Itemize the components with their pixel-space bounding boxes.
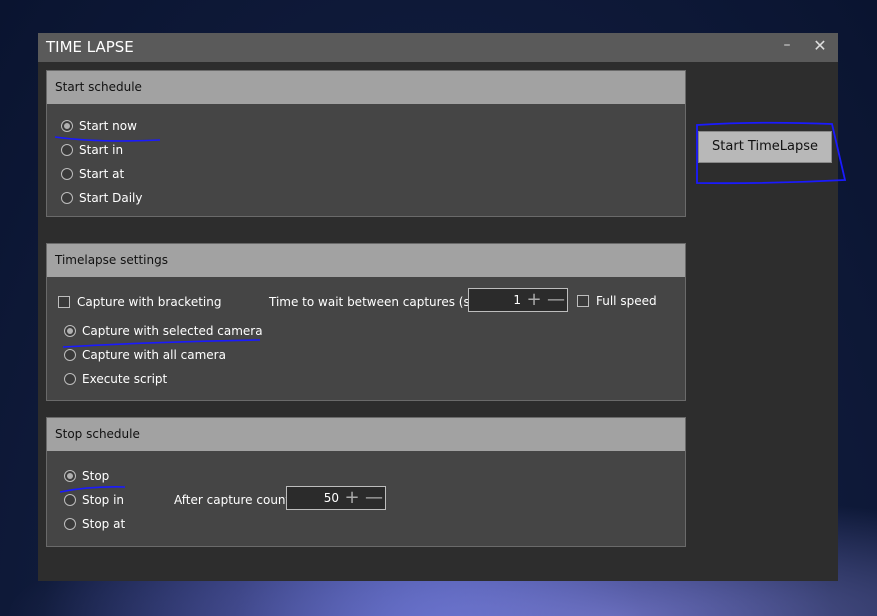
radio-label: Start at <box>79 167 125 181</box>
full-speed-checkbox[interactable]: Full speed <box>577 294 657 308</box>
plus-icon[interactable]: + <box>341 488 363 508</box>
capture-count-label: After capture count <box>174 493 291 507</box>
start-schedule-panel: Start schedule Start now Start in Start … <box>46 70 686 217</box>
radio-start-at[interactable]: Start at <box>61 167 124 181</box>
radio-icon <box>64 518 76 530</box>
radio-icon <box>64 373 76 385</box>
radio-label: Stop <box>82 469 110 483</box>
stop-schedule-header: Stop schedule <box>47 418 685 451</box>
radio-start-now[interactable]: Start now <box>61 119 137 133</box>
radio-stop-in[interactable]: Stop in <box>64 493 124 507</box>
timelapse-window: TIME LAPSE – ✕ Start schedule Start now … <box>38 33 838 581</box>
radio-stop-at[interactable]: Stop at <box>64 517 125 531</box>
radio-execute-script[interactable]: Execute script <box>64 372 167 386</box>
minus-icon[interactable]: — <box>363 488 385 508</box>
radio-icon <box>64 494 76 506</box>
checkbox-icon <box>58 296 70 308</box>
radio-label: Capture with all camera <box>82 348 226 362</box>
minimize-icon[interactable]: – <box>778 37 796 53</box>
radio-icon <box>61 192 73 204</box>
checkbox-label: Capture with bracketing <box>77 295 222 309</box>
minus-icon[interactable]: — <box>545 290 567 310</box>
radio-capture-selected-camera[interactable]: Capture with selected camera <box>64 324 263 338</box>
radio-selected-icon <box>64 470 76 482</box>
window-title: TIME LAPSE <box>46 38 134 56</box>
checkbox-label: Full speed <box>596 294 657 308</box>
radio-label: Stop in <box>82 493 125 507</box>
radio-label: Capture with selected camera <box>82 324 263 338</box>
capture-bracketing-checkbox[interactable]: Capture with bracketing <box>58 295 221 309</box>
close-icon[interactable]: ✕ <box>811 36 829 55</box>
radio-stop[interactable]: Stop <box>64 469 109 483</box>
stop-schedule-panel: Stop schedule Stop Stop in Stop at After… <box>46 417 686 547</box>
title-bar: TIME LAPSE – ✕ <box>38 33 838 62</box>
radio-start-in[interactable]: Start in <box>61 143 123 157</box>
radio-capture-all-camera[interactable]: Capture with all camera <box>64 348 226 362</box>
start-schedule-header: Start schedule <box>47 71 685 104</box>
radio-label: Stop at <box>82 517 126 531</box>
radio-selected-icon <box>61 120 73 132</box>
wait-time-value[interactable]: 1 <box>513 293 521 307</box>
radio-icon <box>61 168 73 180</box>
capture-count-value[interactable]: 50 <box>324 491 339 505</box>
radio-selected-icon <box>64 325 76 337</box>
timelapse-settings-header: Timelapse settings <box>47 244 685 277</box>
radio-icon <box>64 349 76 361</box>
radio-label: Execute script <box>82 372 168 386</box>
radio-label: Start in <box>79 143 124 157</box>
wait-time-stepper[interactable]: 1 + — <box>468 288 568 312</box>
radio-icon <box>61 144 73 156</box>
capture-count-stepper[interactable]: 50 + — <box>286 486 386 510</box>
radio-label: Start Daily <box>79 191 143 205</box>
radio-start-daily[interactable]: Start Daily <box>61 191 143 205</box>
checkbox-icon <box>577 295 589 307</box>
plus-icon[interactable]: + <box>523 290 545 310</box>
start-timelapse-button[interactable]: Start TimeLapse <box>698 131 832 163</box>
radio-label: Start now <box>79 119 137 133</box>
timelapse-settings-panel: Timelapse settings Capture with bracketi… <box>46 243 686 401</box>
wait-time-label: Time to wait between captures (sec) <box>269 295 489 309</box>
